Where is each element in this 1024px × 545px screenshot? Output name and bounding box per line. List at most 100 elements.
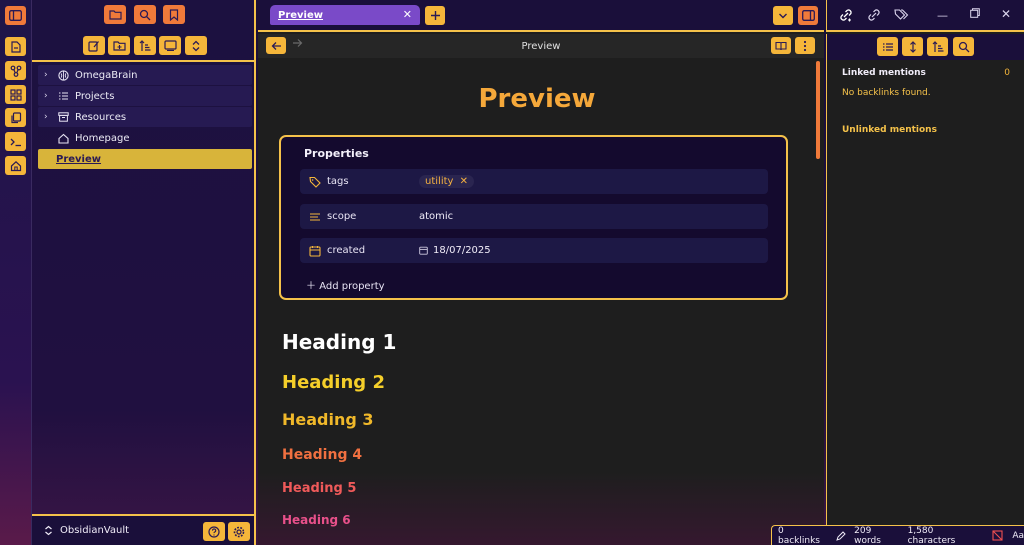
outgoing-links-icon[interactable] — [867, 8, 881, 22]
right-sidebar-toggle-icon[interactable] — [798, 6, 818, 25]
pencil-icon[interactable] — [836, 530, 846, 541]
tree-folder-resources[interactable]: › Resources — [38, 107, 252, 127]
help-icon[interactable] — [203, 522, 225, 541]
tag-pill[interactable]: utility ✕ — [419, 175, 475, 188]
search-icon[interactable] — [953, 37, 974, 56]
close-icon[interactable]: ✕ — [403, 8, 412, 21]
date-value: 18/07/2025 — [433, 245, 491, 256]
obsidian-window: › OmegaBrain › Projects › Resources Home… — [0, 0, 1024, 545]
vault-switcher: ObsidianVault — [32, 514, 254, 545]
tree-item-label: Preview — [56, 153, 102, 165]
home-icon — [58, 133, 72, 144]
font-size-label[interactable]: Aa — [1012, 531, 1024, 541]
backlinks-tab-icon[interactable] — [839, 8, 853, 22]
heading-2[interactable]: Heading 2 — [282, 372, 385, 393]
tab-preview[interactable]: Preview ✕ — [270, 5, 420, 25]
back-arrow-icon[interactable] — [266, 37, 286, 54]
tree-folder-omegabrain[interactable]: › OmegaBrain — [38, 65, 252, 85]
terminal-icon[interactable] — [5, 132, 26, 151]
list-icon — [58, 91, 72, 101]
heading-6[interactable]: Heading 6 — [282, 513, 351, 527]
close-window-icon[interactable]: ✕ — [1001, 7, 1011, 21]
calendar-small-icon — [419, 246, 428, 255]
gear-icon[interactable] — [228, 522, 250, 541]
graph-icon[interactable] — [5, 61, 26, 80]
view-title[interactable]: Preview — [258, 41, 824, 52]
sidebar-header — [32, 0, 254, 62]
text-lines-icon — [309, 212, 327, 222]
backlinks-panel: Linked mentions 0 No backlinks found. Un… — [826, 60, 1024, 545]
properties-panel: Properties tags utility ✕ scope atomic c… — [279, 135, 788, 300]
unlinked-mentions-heading[interactable]: Unlinked mentions — [842, 125, 937, 135]
reading-view-icon[interactable] — [771, 37, 791, 54]
restore-icon[interactable] — [970, 8, 980, 18]
properties-heading[interactable]: Properties — [304, 147, 369, 160]
chevron-right-icon: › — [44, 70, 48, 80]
note-title[interactable]: Preview — [258, 84, 816, 114]
heading-1[interactable]: Heading 1 — [282, 330, 396, 354]
collapse-icon[interactable] — [159, 36, 181, 55]
note-content[interactable]: Preview Properties tags utility ✕ scope … — [258, 58, 824, 545]
property-row-tags[interactable]: tags utility ✕ — [300, 169, 768, 194]
property-value[interactable]: 18/07/2025 — [419, 245, 491, 256]
search-icon[interactable] — [134, 5, 156, 24]
property-row-scope[interactable]: scope atomic — [300, 204, 768, 229]
property-value[interactable]: atomic — [419, 211, 453, 222]
linked-mentions-heading[interactable]: Linked mentions — [842, 68, 926, 78]
minimize-icon[interactable]: — — [937, 9, 948, 22]
tags-icon[interactable] — [894, 8, 909, 21]
no-backlinks-message: No backlinks found. — [842, 88, 931, 98]
property-name[interactable]: scope — [327, 211, 419, 222]
forward-arrow-icon[interactable] — [292, 38, 303, 48]
tree-item-label: OmegaBrain — [75, 69, 138, 81]
add-property-button[interactable]: ＋ Add property — [306, 277, 385, 292]
new-tab-icon[interactable] — [425, 6, 445, 25]
home-icon[interactable] — [5, 156, 26, 175]
new-note-icon[interactable] — [83, 36, 105, 55]
file-tree: › OmegaBrain › Projects › Resources Home… — [38, 65, 252, 170]
property-row-created[interactable]: created 18/07/2025 — [300, 238, 768, 263]
tag-icon — [309, 176, 327, 188]
heading-3[interactable]: Heading 3 — [282, 410, 374, 429]
bookmark-icon[interactable] — [163, 5, 185, 24]
tree-file-homepage[interactable]: Homepage — [38, 128, 252, 148]
close-icon[interactable]: ✕ — [460, 176, 468, 187]
right-sidebar-header: — ✕ — [826, 0, 1024, 32]
heading-4[interactable]: Heading 4 — [282, 447, 362, 463]
tree-item-label: Resources — [75, 111, 127, 123]
backlinks-count[interactable]: 0 backlinks — [778, 526, 828, 545]
expand-context-icon[interactable] — [902, 37, 923, 56]
brain-icon — [58, 69, 72, 81]
new-note-icon[interactable] — [5, 37, 26, 56]
right-sidebar: — ✕ Linked mentions 0 No backlinks found… — [826, 0, 1024, 545]
sidebar-toggle-icon[interactable] — [5, 6, 26, 25]
property-name[interactable]: tags — [327, 176, 419, 187]
status-bar: 0 backlinks 209 words 1,580 characters A… — [771, 525, 1024, 545]
backlinks-toolbar — [826, 34, 1024, 60]
collapse-results-icon[interactable] — [877, 37, 898, 56]
tab-list-chevron-icon[interactable] — [773, 6, 793, 25]
expand-collapse-icon[interactable] — [185, 36, 207, 55]
tree-file-preview[interactable]: Preview — [38, 149, 252, 169]
vault-name[interactable]: ObsidianVault — [60, 525, 129, 536]
tree-folder-projects[interactable]: › Projects — [38, 86, 252, 106]
ribbon — [0, 0, 32, 545]
tree-item-label: Projects — [75, 90, 115, 102]
copy-icon[interactable] — [5, 108, 26, 127]
scrollbar[interactable] — [816, 61, 820, 159]
add-property-label: Add property — [319, 281, 385, 292]
heading-5[interactable]: Heading 5 — [282, 481, 356, 496]
folder-icon[interactable] — [104, 5, 126, 24]
property-value[interactable]: utility ✕ — [419, 175, 475, 188]
sync-off-icon[interactable] — [992, 530, 1003, 541]
sort-icon[interactable] — [927, 37, 948, 56]
chevron-up-down-icon[interactable] — [44, 525, 54, 536]
sort-icon[interactable] — [134, 36, 156, 55]
file-explorer-sidebar: › OmegaBrain › Projects › Resources Home… — [32, 0, 256, 545]
plus-icon: ＋ — [306, 281, 316, 292]
view-header: Preview — [258, 34, 824, 58]
new-folder-icon[interactable] — [108, 36, 130, 55]
property-name[interactable]: created — [327, 245, 419, 256]
more-options-icon[interactable] — [795, 37, 815, 54]
grid-icon[interactable] — [5, 85, 26, 104]
